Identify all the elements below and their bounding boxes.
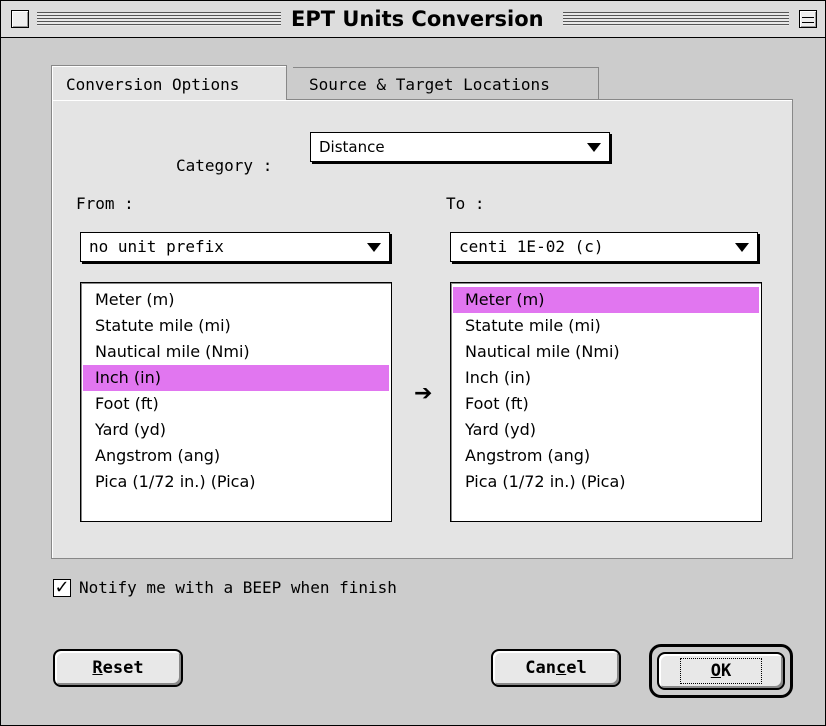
- list-item[interactable]: Foot (ft): [83, 391, 389, 417]
- right-arrow-icon: ➔: [414, 381, 433, 406]
- title-bar[interactable]: EPT Units Conversion: [1, 1, 825, 38]
- from-prefix-value: no unit prefix: [89, 237, 224, 256]
- list-item[interactable]: Yard (yd): [453, 417, 759, 443]
- cancel-button-label-end: el: [566, 658, 587, 678]
- list-item[interactable]: Foot (ft): [453, 391, 759, 417]
- title-bar-stripes-left: [37, 12, 281, 26]
- tab-conversion-options[interactable]: Conversion Options: [51, 65, 287, 100]
- from-units-list[interactable]: Meter (m) Statute mile (mi) Nautical mile …: [80, 282, 392, 522]
- list-item[interactable]: Statute mile (mi): [453, 313, 759, 339]
- list-item[interactable]: Nautical mile (Nmi): [453, 339, 759, 365]
- reset-button[interactable]: Reset: [53, 649, 183, 687]
- list-item[interactable]: Inch (in): [83, 365, 389, 391]
- to-label: To :: [446, 194, 485, 213]
- list-item[interactable]: Angstrom (ang): [453, 443, 759, 469]
- list-item[interactable]: Statute mile (mi): [83, 313, 389, 339]
- category-select-value: Distance: [319, 138, 385, 156]
- list-item[interactable]: Pica (1/72 in.) (Pica): [453, 469, 759, 495]
- list-item[interactable]: Pica (1/72 in.) (Pica): [83, 469, 389, 495]
- list-item[interactable]: Angstrom (ang): [83, 443, 389, 469]
- notify-checkbox[interactable]: ✓: [53, 579, 71, 597]
- cancel-button-label-start: Can: [525, 658, 556, 678]
- tab-panel: Category : Distance From : To : no unit …: [51, 99, 793, 559]
- category-select[interactable]: Distance: [310, 132, 610, 162]
- list-item[interactable]: Inch (in): [453, 365, 759, 391]
- to-prefix-value: centi 1E-02 (c): [459, 237, 604, 256]
- from-prefix-select[interactable]: no unit prefix: [80, 232, 390, 262]
- title-bar-stripes-right: [563, 12, 789, 26]
- cancel-button[interactable]: Cancel: [491, 649, 621, 687]
- cancel-button-mnemonic: c: [555, 658, 567, 678]
- list-item[interactable]: Meter (m): [453, 287, 759, 313]
- to-units-list[interactable]: Meter (m) Statute mile (mi) Nautical mile …: [450, 282, 762, 522]
- list-item[interactable]: Nautical mile (Nmi): [83, 339, 389, 365]
- category-label: Category :: [176, 156, 273, 175]
- ok-button-label: K: [721, 661, 732, 681]
- tab-source-target-locations[interactable]: Source & Target Locations: [293, 67, 599, 101]
- reset-button-label: eset: [102, 658, 144, 678]
- ok-button[interactable]: OK: [657, 652, 785, 690]
- window-title: EPT Units Conversion: [287, 7, 548, 31]
- collapse-box-icon[interactable]: [799, 10, 817, 28]
- to-prefix-select[interactable]: centi 1E-02 (c): [450, 232, 758, 262]
- ok-default-ring: OK: [649, 644, 793, 698]
- list-item[interactable]: Meter (m): [83, 287, 389, 313]
- ok-button-mnemonic: O: [710, 661, 721, 681]
- ok-focus-outline: OK: [679, 658, 763, 684]
- reset-button-mnemonic: R: [92, 658, 103, 678]
- chevron-down-icon: [587, 143, 601, 152]
- from-label: From :: [76, 194, 134, 213]
- close-box-icon[interactable]: [11, 10, 29, 28]
- chevron-down-icon: [735, 243, 749, 252]
- chevron-down-icon: [367, 243, 381, 252]
- dialog-window: EPT Units Conversion Conversion Options …: [0, 0, 826, 726]
- notify-label[interactable]: Notify me with a BEEP when finish: [79, 578, 397, 598]
- list-item[interactable]: Yard (yd): [83, 417, 389, 443]
